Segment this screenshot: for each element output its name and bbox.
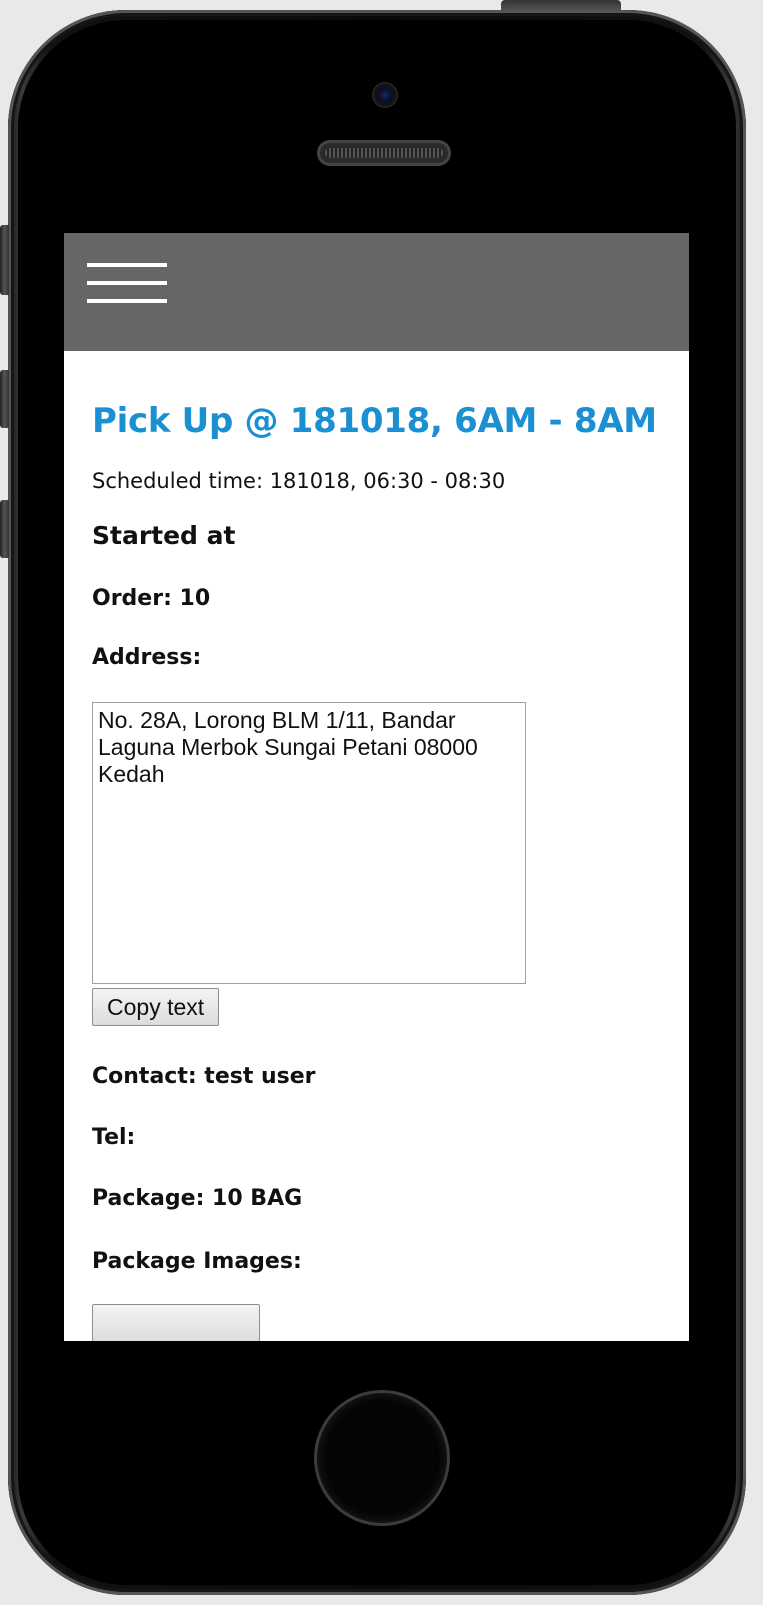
copy-text-button[interactable]: Copy text	[92, 988, 220, 1026]
order-number: Order: 10	[92, 586, 211, 611]
volume-down-button	[0, 500, 9, 558]
address-textarea[interactable]: No. 28A, Lorong BLM 1/11, Bandar Laguna …	[92, 702, 526, 984]
telephone: Tel:	[92, 1125, 136, 1150]
phone-screen: Pick Up @ 181018, 6AM - 8AM Scheduled ti…	[64, 233, 689, 1341]
contact-name: Contact: test user	[92, 1064, 316, 1089]
home-button[interactable]	[317, 1393, 447, 1523]
package-images-label: Package Images:	[92, 1249, 302, 1274]
front-camera	[372, 82, 398, 108]
upload-image-button[interactable]	[92, 1304, 260, 1341]
package-info: Package: 10 BAG	[92, 1186, 303, 1211]
power-button	[501, 0, 621, 11]
main-content: Pick Up @ 181018, 6AM - 8AM Scheduled ti…	[64, 401, 689, 1341]
scheduled-time: Scheduled time: 181018, 06:30 - 08:30	[92, 469, 506, 493]
page-title: Pick Up @ 181018, 6AM - 8AM	[92, 401, 657, 441]
volume-up-button	[0, 370, 9, 428]
started-at-heading: Started at	[92, 521, 236, 550]
earpiece-speaker	[317, 140, 451, 166]
mute-switch	[0, 225, 9, 295]
top-navbar	[64, 233, 689, 351]
hamburger-menu-icon[interactable]	[87, 263, 167, 313]
address-label: Address:	[92, 645, 202, 670]
